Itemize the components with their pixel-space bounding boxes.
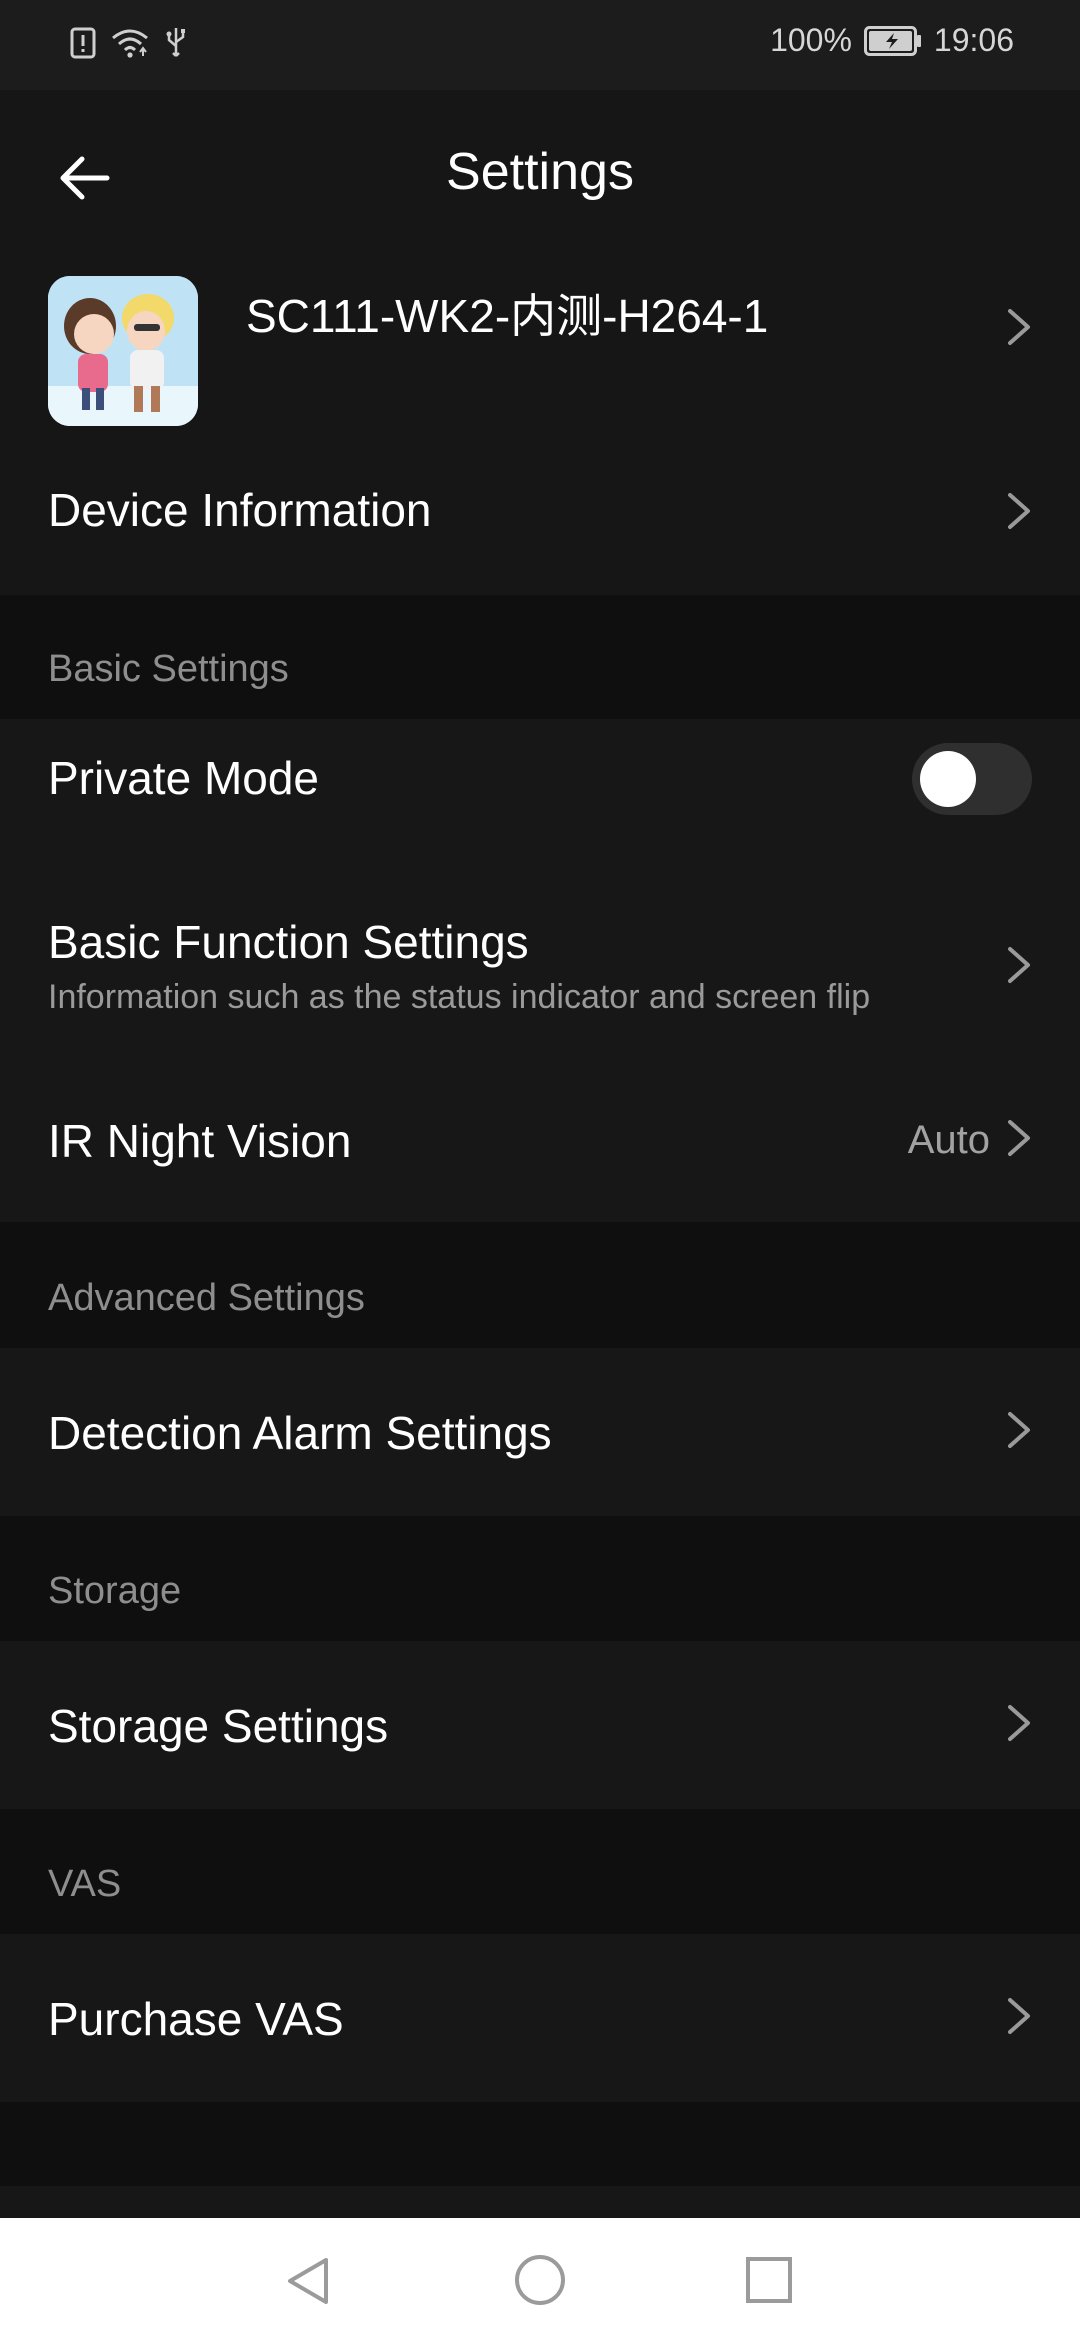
chevron-right-icon: [1008, 1412, 1030, 1448]
app-header: Settings: [0, 90, 1080, 265]
page-title: Settings: [446, 143, 634, 201]
usb-icon: [166, 28, 185, 57]
chevron-right-icon: [1008, 1705, 1030, 1741]
storage-settings-label: Storage Settings: [48, 1700, 389, 1752]
detection-alarm-settings-row[interactable]: Detection Alarm Settings: [0, 1348, 1080, 1516]
sim-alert-icon: [70, 27, 96, 59]
clock: 19:06: [933, 22, 1014, 58]
chevron-right-icon: [1008, 947, 1030, 983]
nav-back-icon[interactable]: [282, 2254, 332, 2308]
battery-percent: 100%: [770, 22, 852, 58]
section-header-storage: Storage: [48, 1570, 182, 1612]
ir-night-vision-value: Auto: [907, 1118, 990, 1162]
status-bar: 100% 19:06: [0, 0, 1080, 90]
basic-function-settings-label: Basic Function Settings: [48, 916, 529, 968]
basic-function-settings-row[interactable]: Basic Function Settings Information such…: [0, 895, 1080, 1045]
purchase-vas-label: Purchase VAS: [48, 1993, 344, 2045]
detection-alarm-settings-label: Detection Alarm Settings: [48, 1407, 552, 1459]
basic-function-settings-subtitle: Information such as the status indicator…: [48, 978, 871, 1016]
chevron-right-icon: [1008, 1120, 1030, 1156]
battery-icon: [863, 25, 921, 56]
purchase-vas-row[interactable]: Purchase VAS: [0, 1934, 1080, 2102]
section-header-vas: VAS: [48, 1863, 122, 1905]
device-thumbnail: [48, 276, 198, 426]
next-section-partial: [0, 2186, 1080, 2218]
storage-settings-row[interactable]: Storage Settings: [0, 1641, 1080, 1809]
device-name: SC111-WK2-内测-H264-1: [246, 290, 769, 342]
chevron-right-icon: [1008, 493, 1030, 529]
device-information-row[interactable]: Device Information: [0, 455, 1080, 595]
ir-night-vision-label: IR Night Vision: [48, 1115, 352, 1167]
device-information-label: Device Information: [48, 484, 432, 536]
system-navigation-bar: [0, 2218, 1080, 2340]
private-mode-toggle[interactable]: [912, 743, 1032, 815]
chevron-right-icon: [1008, 309, 1030, 345]
status-right: 100% 19:06: [770, 22, 1014, 59]
chevron-right-icon: [1008, 1998, 1030, 2034]
ir-night-vision-row[interactable]: IR Night Vision Auto: [0, 1090, 1080, 1215]
section-header-basic: Basic Settings: [48, 648, 289, 690]
toggle-knob: [920, 751, 976, 807]
device-name-row[interactable]: SC111-WK2-内测-H264-1: [0, 265, 1080, 445]
nav-recents-icon[interactable]: [744, 2255, 794, 2305]
wifi-icon: [112, 29, 148, 58]
status-left-icons: [70, 26, 188, 60]
section-header-advanced: Advanced Settings: [48, 1277, 365, 1319]
nav-home-icon[interactable]: [513, 2253, 567, 2307]
private-mode-label: Private Mode: [48, 752, 320, 804]
cartoon-couple-avatar: [48, 276, 198, 426]
